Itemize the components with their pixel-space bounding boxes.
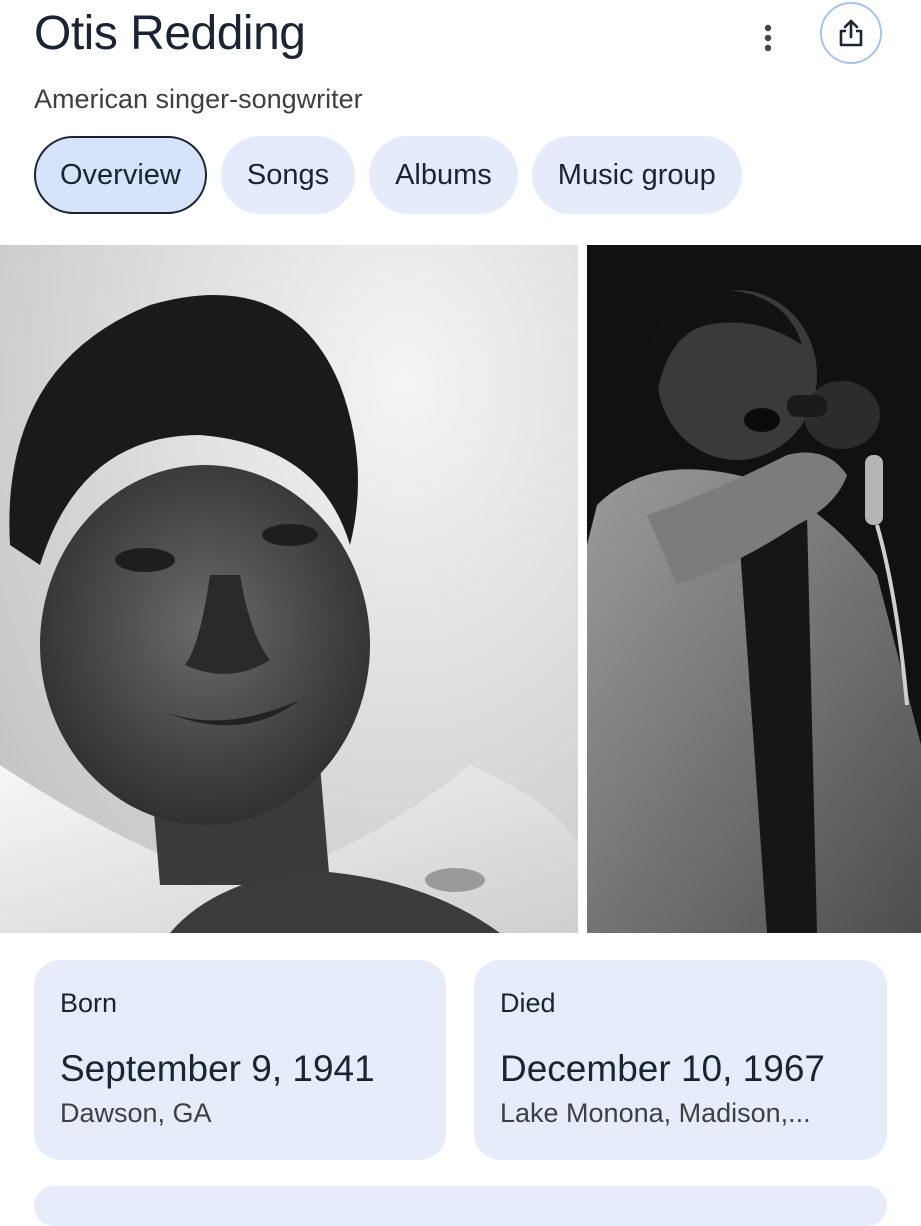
performance-photo-illustration [587,290,921,933]
page-subtitle: American singer-songwriter [34,84,363,114]
performance-photo[interactable] [587,245,921,933]
page-title: Otis Redding [34,7,306,60]
tab-overview[interactable]: Overview [34,136,207,214]
tab-songs[interactable]: Songs [220,136,356,214]
died-label: Died [500,988,556,1018]
tab-bar: Overview Songs Albums Music group [34,136,742,214]
next-info-card[interactable] [34,1186,887,1226]
more-vert-icon [764,24,772,52]
born-date: September 9, 1941 [60,1048,375,1089]
share-button[interactable] [820,2,882,64]
portrait-photo[interactable] [0,245,578,933]
died-date: December 10, 1967 [500,1048,825,1089]
died-place: Lake Monona, Madison,... [500,1098,811,1128]
tab-albums[interactable]: Albums [369,136,518,214]
tab-music-group[interactable]: Music group [531,136,742,214]
portrait-photo-illustration [0,295,578,933]
born-label: Born [60,988,118,1018]
died-card[interactable]: Died December 10, 1967 Lake Monona, Madi… [474,960,887,1160]
born-place: Dawson, GA [60,1098,212,1128]
share-icon [839,19,863,47]
more-options-button[interactable] [748,18,788,58]
born-card[interactable]: Born September 9, 1941 Dawson, GA [34,960,446,1160]
